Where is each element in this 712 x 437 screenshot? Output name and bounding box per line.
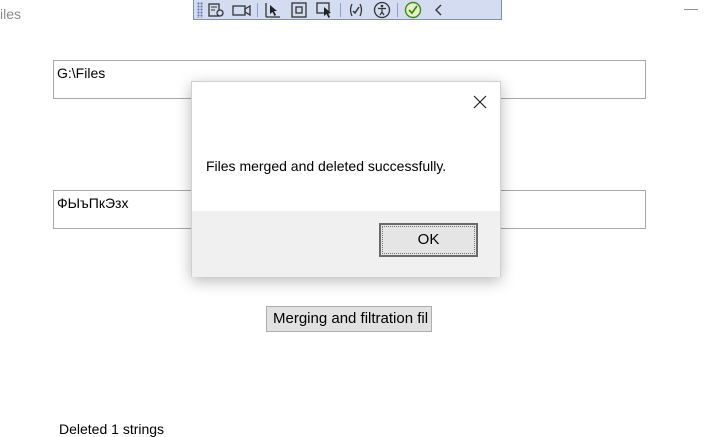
debug-toolbar (193, 0, 502, 20)
binding-icon[interactable] (343, 1, 369, 19)
dialog-message: Files merged and deleted successfully. (206, 158, 447, 174)
accessibility-icon[interactable] (369, 1, 395, 19)
select-element-icon[interactable] (203, 1, 229, 19)
minimize-button[interactable]: — (684, 0, 698, 16)
collapse-icon[interactable] (426, 1, 452, 19)
check-icon[interactable] (400, 1, 426, 19)
status-text: Deleted 1 strings (59, 421, 165, 437)
window-title: iles (0, 6, 22, 22)
merge-filter-button[interactable]: Merging and filtration fil (266, 306, 432, 332)
box-select-icon[interactable] (286, 1, 312, 19)
track-focus-icon[interactable] (312, 1, 338, 19)
message-dialog: Files merged and deleted successfully. O… (191, 81, 501, 277)
pointer-select-icon[interactable] (260, 1, 286, 19)
toolbar-separator (257, 2, 258, 17)
toolbar-separator (340, 2, 341, 17)
close-icon[interactable] (470, 92, 490, 112)
dialog-footer: OK (192, 211, 500, 277)
screenshot-icon[interactable] (229, 1, 255, 19)
ok-button[interactable]: OK (379, 223, 478, 257)
toolbar-separator (397, 2, 398, 17)
